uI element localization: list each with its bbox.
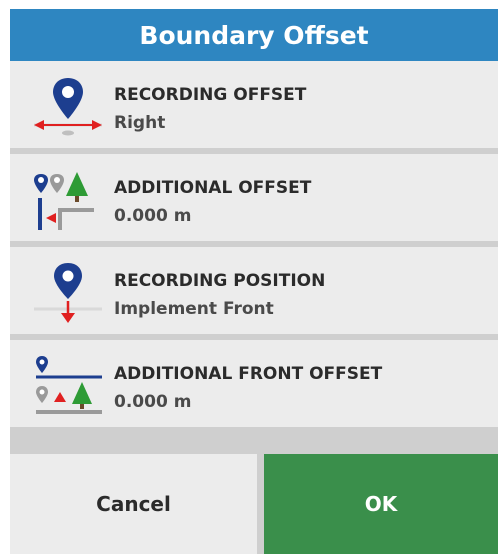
additional-offset-label: ADDITIONAL OFFSET [114, 178, 312, 198]
recording-offset-icon [34, 78, 102, 136]
recording-position-row[interactable]: RECORDING POSITION Implement Front [10, 247, 498, 337]
recording-position-value: Implement Front [114, 299, 274, 319]
boundary-offset-dialog: Boundary Offset RECORDING OFFSET Right A… [10, 9, 498, 554]
cancel-button[interactable]: Cancel [10, 454, 257, 554]
additional-front-offset-value: 0.000 m [114, 392, 192, 412]
additional-offset-row[interactable]: ADDITIONAL OFFSET 0.000 m [10, 154, 498, 244]
recording-position-label: RECORDING POSITION [114, 271, 326, 291]
additional-offset-icon [34, 172, 94, 230]
dialog-title: Boundary Offset [10, 9, 498, 61]
additional-front-offset-row[interactable]: ADDITIONAL FRONT OFFSET 0.000 m [10, 340, 498, 430]
recording-offset-row[interactable]: RECORDING OFFSET Right [10, 61, 498, 151]
recording-offset-value: Right [114, 113, 166, 133]
recording-position-icon [34, 263, 102, 323]
additional-front-offset-label: ADDITIONAL FRONT OFFSET [114, 364, 383, 384]
additional-front-offset-icon [36, 356, 102, 414]
recording-offset-label: RECORDING OFFSET [114, 85, 307, 105]
ok-button[interactable]: OK [264, 454, 498, 554]
additional-offset-value: 0.000 m [114, 206, 192, 226]
